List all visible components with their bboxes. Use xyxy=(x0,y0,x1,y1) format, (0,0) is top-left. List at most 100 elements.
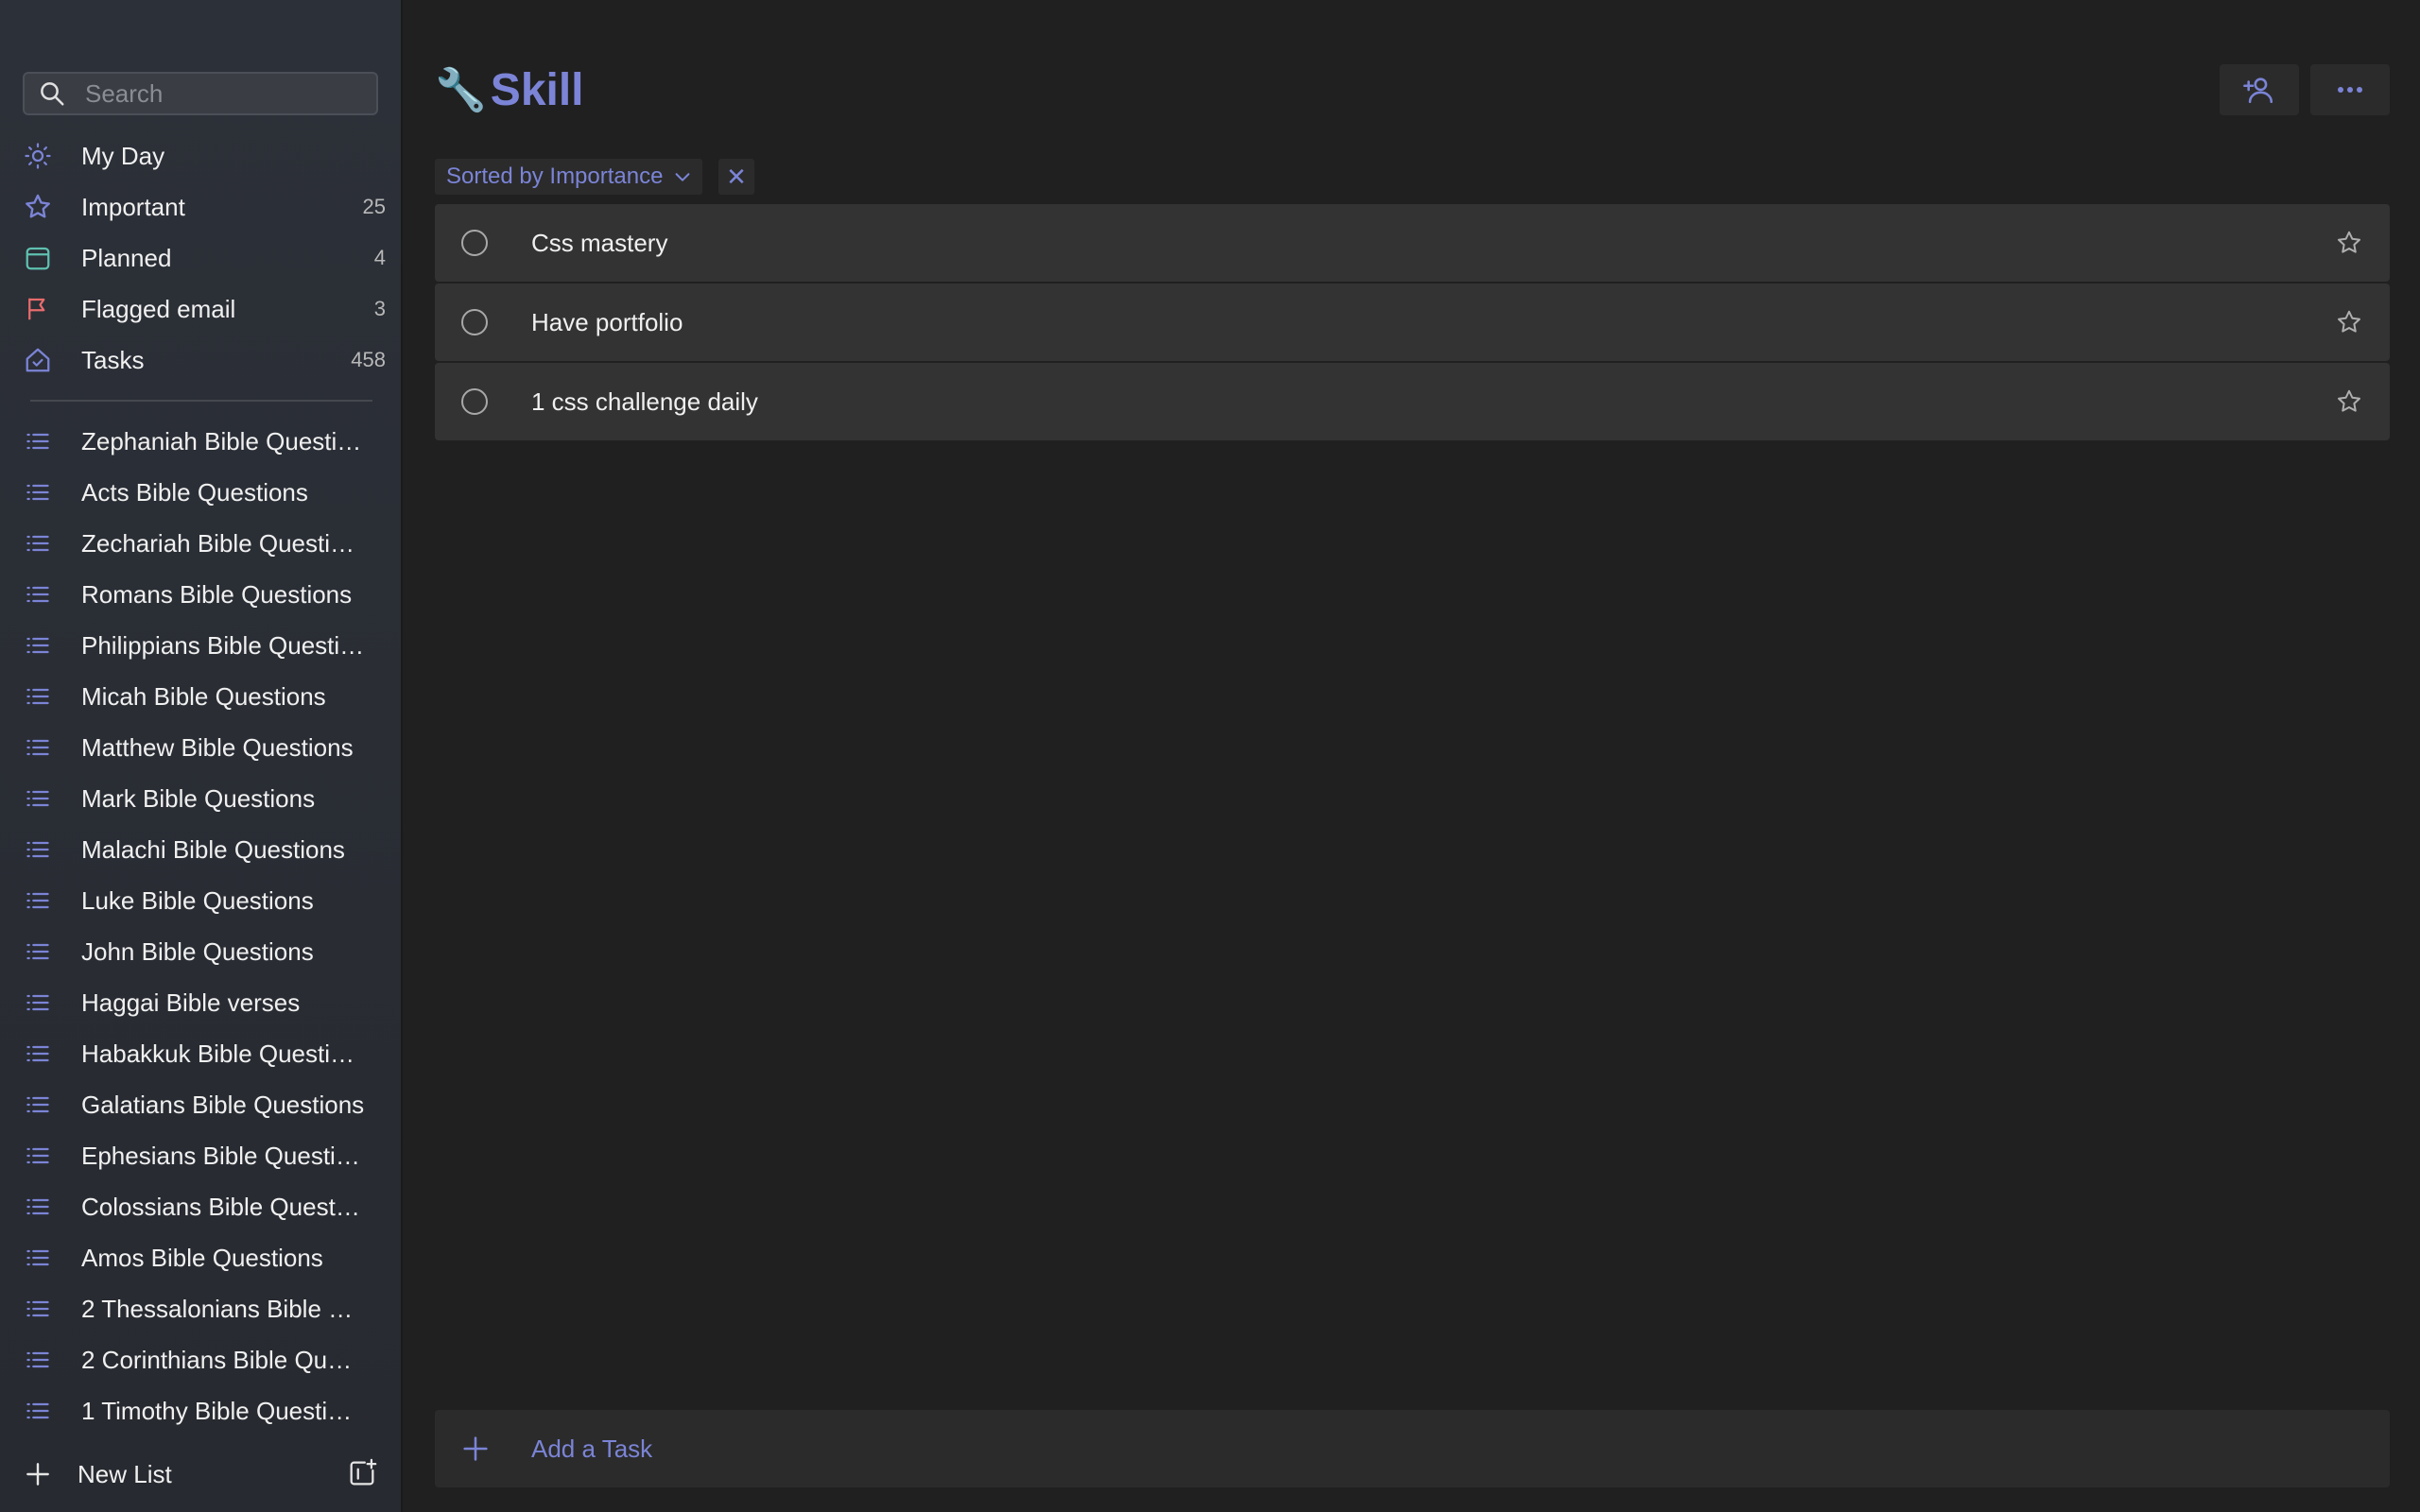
new-group-icon[interactable] xyxy=(346,1457,378,1489)
list-item[interactable]: John Bible Questions xyxy=(23,926,386,977)
add-task-label: Add a Task xyxy=(531,1434,653,1463)
sidebar: My Day Important 25 Planned 4 Flagged em… xyxy=(0,0,403,1512)
nav-label: My Day xyxy=(81,141,165,170)
calendar-icon xyxy=(19,239,57,277)
list-item[interactable]: Zephaniah Bible Questions xyxy=(23,416,386,467)
list-item[interactable]: 2 Corinthians Bible Questions xyxy=(23,1334,386,1385)
list-item[interactable]: Galatians Bible Questions xyxy=(23,1079,386,1130)
star-icon[interactable] xyxy=(2335,387,2363,416)
list-item[interactable]: Habakkuk Bible Questions xyxy=(23,1028,386,1079)
list-item[interactable]: Acts Bible Questions xyxy=(23,467,386,518)
new-list-button[interactable]: New List xyxy=(23,1448,378,1501)
plus-icon xyxy=(26,1463,49,1486)
list-item-label: Acts Bible Questions xyxy=(81,477,308,507)
list-item[interactable]: Romans Bible Questions xyxy=(23,569,386,620)
list-item-label: 2 Thessalonians Bible Questions xyxy=(81,1294,365,1323)
list-item-label: John Bible Questions xyxy=(81,936,314,966)
task-row[interactable]: 1 css challenge daily xyxy=(435,363,2390,440)
list-icon xyxy=(19,1290,57,1328)
chevron-down-icon xyxy=(676,173,690,181)
list-item-label: Ephesians Bible Questions xyxy=(81,1141,365,1170)
list-icon xyxy=(19,1188,57,1226)
list-item[interactable]: Amos Bible Questions xyxy=(23,1232,386,1283)
list-item[interactable]: Zechariah Bible Questions xyxy=(23,518,386,569)
list-item-label: Zephaniah Bible Questions xyxy=(81,426,365,455)
list-icon xyxy=(19,882,57,919)
add-task-bar[interactable]: Add a Task xyxy=(435,1410,2390,1487)
main-pane: 🔧 Skill Sorted by Importance ✕ Css maste… xyxy=(403,0,2420,1512)
list-icon xyxy=(19,1086,57,1124)
list-icon xyxy=(19,576,57,613)
list-item[interactable]: Philippians Bible Questions xyxy=(23,620,386,671)
list-item-label: Colossians Bible Questions xyxy=(81,1192,365,1221)
list-item[interactable]: Colossians Bible Questions xyxy=(23,1181,386,1232)
star-icon xyxy=(19,188,57,226)
new-list-label: New List xyxy=(78,1459,172,1488)
task-row[interactable]: Css mastery xyxy=(435,204,2390,282)
list-item[interactable]: Malachi Bible Questions xyxy=(23,824,386,875)
list-item-label: Malachi Bible Questions xyxy=(81,834,345,864)
task-title: Css mastery xyxy=(531,228,668,257)
list-emoji: 🔧 xyxy=(435,67,487,113)
complete-checkbox[interactable] xyxy=(461,388,488,415)
nav-planned[interactable]: Planned 4 xyxy=(23,232,386,284)
add-person-icon xyxy=(2243,77,2273,104)
nav-tasks[interactable]: Tasks 458 xyxy=(23,335,386,386)
nav-label: Tasks xyxy=(81,345,145,374)
complete-checkbox[interactable] xyxy=(461,230,488,256)
nav-important[interactable]: Important 25 xyxy=(23,181,386,232)
sun-icon xyxy=(19,137,57,175)
list-item[interactable]: Mark Bible Questions xyxy=(23,773,386,824)
smart-lists: My Day Important 25 Planned 4 Flagged em… xyxy=(23,130,386,386)
list-item[interactable]: Ephesians Bible Questions xyxy=(23,1130,386,1181)
star-icon[interactable] xyxy=(2335,308,2363,336)
list-icon xyxy=(19,984,57,1022)
nav-count: 458 xyxy=(351,348,386,371)
list-item[interactable]: Matthew Bible Questions xyxy=(23,722,386,773)
nav-count: 3 xyxy=(373,297,386,320)
nav-label: Flagged email xyxy=(81,294,236,323)
list-item[interactable]: Luke Bible Questions xyxy=(23,875,386,926)
list-item-label: Habakkuk Bible Questions xyxy=(81,1039,365,1068)
list-icon xyxy=(19,1239,57,1277)
list-icon xyxy=(19,1392,57,1430)
task-title: 1 css challenge daily xyxy=(531,387,758,416)
search-icon xyxy=(41,82,64,106)
list-header: 🔧 Skill xyxy=(435,59,584,121)
list-item-label: 1 Timothy Bible Questions xyxy=(81,1396,365,1425)
list-icon xyxy=(19,933,57,971)
task-list: Css mastery Have portfolio 1 css challenge… xyxy=(435,204,2390,442)
nav-label: Planned xyxy=(81,243,172,272)
clear-sort-button[interactable]: ✕ xyxy=(718,159,754,195)
search-input[interactable] xyxy=(83,77,371,110)
list-icon xyxy=(19,780,57,817)
list-item[interactable]: 1 Timothy Bible Questions xyxy=(23,1385,386,1436)
share-button[interactable] xyxy=(2220,64,2299,115)
nav-flagged-email[interactable]: Flagged email 3 xyxy=(23,284,386,335)
sort-label: Sorted by Importance xyxy=(446,163,664,189)
list-item-label: 2 Corinthians Bible Questions xyxy=(81,1345,365,1374)
list-title[interactable]: Skill xyxy=(491,64,584,116)
list-icon xyxy=(19,831,57,868)
list-icon xyxy=(19,729,57,766)
complete-checkbox[interactable] xyxy=(461,309,488,335)
more-icon xyxy=(2338,87,2362,93)
list-item[interactable]: 2 Thessalonians Bible Questions xyxy=(23,1283,386,1334)
search-box[interactable] xyxy=(23,72,378,115)
sort-dropdown[interactable]: Sorted by Importance xyxy=(435,159,703,195)
list-item-label: Luke Bible Questions xyxy=(81,885,314,915)
list-item-label: Matthew Bible Questions xyxy=(81,732,354,762)
list-item-label: Galatians Bible Questions xyxy=(81,1090,365,1119)
list-icon xyxy=(19,1035,57,1073)
nav-count: 25 xyxy=(362,195,386,218)
list-icon xyxy=(19,678,57,715)
list-item[interactable]: Micah Bible Questions xyxy=(23,671,386,722)
nav-my-day[interactable]: My Day xyxy=(23,130,386,181)
more-options-button[interactable] xyxy=(2310,64,2390,115)
list-icon xyxy=(19,1137,57,1175)
task-row[interactable]: Have portfolio xyxy=(435,284,2390,361)
star-icon[interactable] xyxy=(2335,229,2363,257)
home-icon xyxy=(19,341,57,379)
list-item[interactable]: Haggai Bible verses xyxy=(23,977,386,1028)
list-icon xyxy=(19,473,57,511)
